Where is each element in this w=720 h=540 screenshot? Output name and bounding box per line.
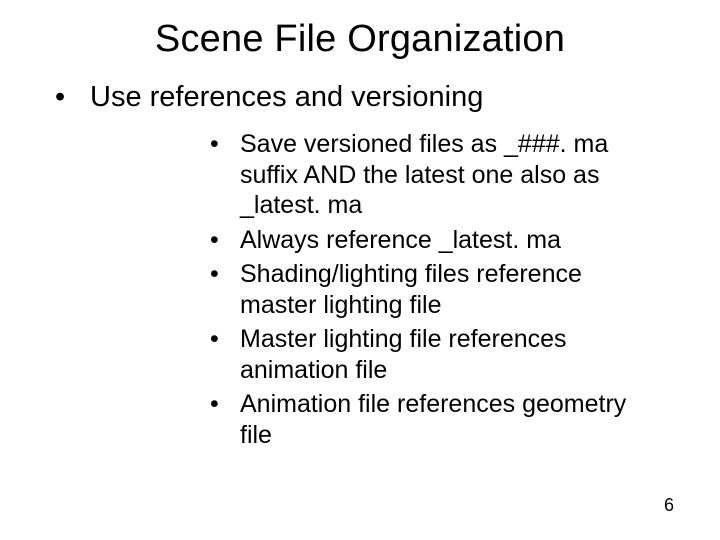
slide-title: Scene File Organization <box>0 0 720 69</box>
list-item: Master lighting file references animatio… <box>90 324 720 385</box>
list-item-text: Use references and versioning <box>90 81 483 113</box>
list-item: Animation file references geometry file <box>90 389 720 450</box>
list-item-text: Always reference _latest. ma <box>240 226 561 254</box>
list-item-text: Save versioned files as _###. ma suffix … <box>240 130 608 219</box>
list-item-text: Shading/lighting files reference master … <box>240 260 582 319</box>
page-number: 6 <box>664 495 674 516</box>
list-item: Use references and versioning Save versi… <box>0 79 720 450</box>
list-item-text: Master lighting file references animatio… <box>240 325 567 384</box>
list-item: Shading/lighting files reference master … <box>90 259 720 320</box>
list-item: Save versioned files as _###. ma suffix … <box>90 129 720 221</box>
slide: Scene File Organization Use references a… <box>0 0 720 540</box>
list-item: Always reference _latest. ma <box>90 225 720 256</box>
bullet-list-level1: Use references and versioning Save versi… <box>0 79 720 450</box>
list-item-text: Animation file references geometry file <box>240 390 626 449</box>
bullet-list-level2: Save versioned files as _###. ma suffix … <box>90 129 720 450</box>
